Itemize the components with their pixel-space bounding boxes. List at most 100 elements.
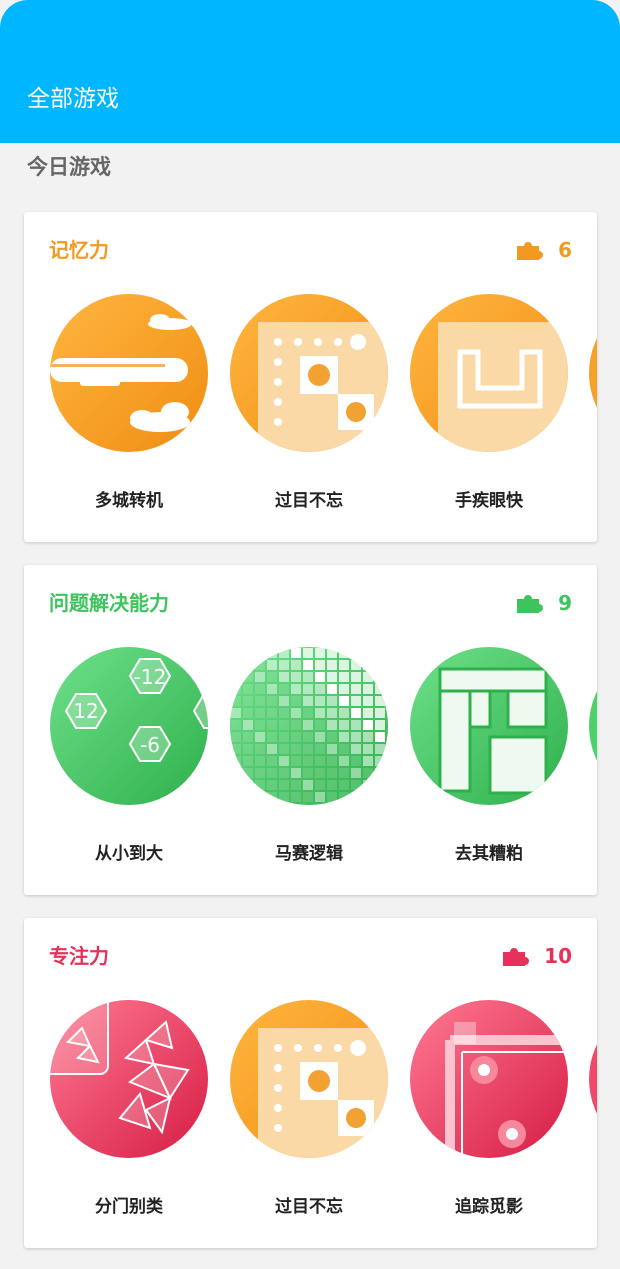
next-game-peek[interactable]: [589, 1000, 597, 1158]
mosaic-cell: [243, 696, 253, 706]
mosaic-cell: [339, 696, 349, 706]
game-thumbnail-grid: [230, 294, 388, 452]
category-card-focus[interactable]: 专注力 10 分门别类 过目不忘 追踪觅影: [24, 918, 597, 1248]
game-thumbnail-tangram: [50, 1000, 208, 1158]
hex-tile: -12: [134, 665, 167, 689]
game-item[interactable]: 过目不忘: [229, 1000, 389, 1217]
mosaic-cell: [339, 768, 349, 778]
mosaic-cell: [315, 720, 325, 730]
mosaic-cell: [363, 648, 373, 658]
game-name: 从小到大: [95, 844, 163, 864]
mosaic-cell: [375, 792, 385, 802]
mosaic-cell: [303, 744, 313, 754]
mosaic-cell: [303, 672, 313, 682]
game-count[interactable]: 10: [502, 942, 572, 970]
mosaic-cell: [375, 756, 385, 766]
mosaic-cell: [351, 780, 361, 790]
mosaic-cell: [291, 792, 301, 802]
mosaic-cell: [267, 648, 277, 658]
mosaic-cell: [243, 744, 253, 754]
mosaic-cell: [303, 720, 313, 730]
game-item[interactable]: 马赛逻辑: [229, 647, 389, 864]
mosaic-cell: [375, 672, 385, 682]
mosaic-cell: [279, 672, 289, 682]
mosaic-cell: [351, 768, 361, 778]
mosaic-cell: [231, 708, 241, 718]
game-item[interactable]: 分门别类: [49, 1000, 209, 1217]
game-item[interactable]: 追踪觅影: [409, 1000, 569, 1217]
mosaic-cell: [339, 708, 349, 718]
mosaic-cell: [243, 732, 253, 742]
mosaic-cell: [243, 708, 253, 718]
mosaic-cell: [231, 648, 241, 658]
mosaic-cell: [315, 708, 325, 718]
mosaic-cell: [327, 780, 337, 790]
mosaic-cell: [291, 672, 301, 682]
mosaic-cell: [243, 780, 253, 790]
mosaic-cell: [327, 648, 337, 658]
mosaic-cell: [255, 780, 265, 790]
mosaic-cell: [375, 732, 385, 742]
mosaic-cell: [351, 684, 361, 694]
mosaic-cell: [255, 708, 265, 718]
mosaic-cell: [267, 672, 277, 682]
game-count[interactable]: 9: [516, 589, 572, 617]
mosaic-cell: [375, 660, 385, 670]
mosaic-cell: [303, 780, 313, 790]
mosaic-cell: [279, 708, 289, 718]
game-thumbnail-mosaic: [230, 647, 388, 805]
category-card-problem-solving[interactable]: 问题解决能力 9 12 -12 -6 2 从小到大: [24, 565, 597, 895]
mosaic-cell: [231, 756, 241, 766]
app-bar: [0, 0, 620, 143]
mosaic-cell: [327, 756, 337, 766]
game-count[interactable]: 6: [516, 236, 572, 264]
page-title: 全部游戏: [27, 86, 119, 112]
mosaic-cell: [375, 768, 385, 778]
mosaic-cell: [267, 792, 277, 802]
mosaic-cell: [363, 756, 373, 766]
game-item[interactable]: 过目不忘: [229, 294, 389, 511]
game-item[interactable]: 去其糟粕: [409, 647, 569, 864]
next-game-peek[interactable]: [589, 294, 597, 452]
mosaic-cell: [327, 768, 337, 778]
mosaic-cell: [231, 732, 241, 742]
mosaic-cell: [291, 744, 301, 754]
mosaic-cell: [339, 648, 349, 658]
mosaic-cell: [267, 696, 277, 706]
mosaic-cell: [363, 708, 373, 718]
game-item[interactable]: 12 -12 -6 2 从小到大: [49, 647, 209, 864]
mosaic-cell: [267, 708, 277, 718]
game-thumbnail-airplane: [50, 294, 208, 452]
mosaic-cell: [339, 720, 349, 730]
mosaic-cell: [279, 684, 289, 694]
mosaic-cell: [315, 768, 325, 778]
game-name: 手疾眼快: [455, 491, 523, 511]
mosaic-cell: [255, 756, 265, 766]
mosaic-cell: [243, 720, 253, 730]
mosaic-cell: [363, 780, 373, 790]
puzzle-icon: [517, 595, 544, 613]
hex-tile: 12: [73, 699, 98, 723]
mosaic-cell: [363, 672, 373, 682]
game-thumbnail-tracking: [410, 1000, 568, 1158]
mosaic-cell: [255, 792, 265, 802]
mosaic-cell: [267, 768, 277, 778]
next-game-peek[interactable]: [589, 647, 597, 805]
mosaic-cell: [339, 732, 349, 742]
mosaic-cell: [351, 648, 361, 658]
category-card-memory[interactable]: 记忆力 6 多城转机 过目不忘 手疾眼快: [24, 212, 597, 542]
section-title: 今日游戏: [27, 155, 111, 179]
game-item[interactable]: 手疾眼快: [409, 294, 569, 511]
mosaic-cell: [375, 684, 385, 694]
mosaic-cell: [243, 672, 253, 682]
mosaic-cell: [255, 744, 265, 754]
game-item[interactable]: 多城转机: [49, 294, 209, 511]
mosaic-cell: [267, 744, 277, 754]
mosaic-cell: [363, 792, 373, 802]
mosaic-cell: [267, 780, 277, 790]
mosaic-cell: [339, 780, 349, 790]
mosaic-cell: [327, 708, 337, 718]
mosaic-cell: [231, 768, 241, 778]
mosaic-cell: [315, 792, 325, 802]
mosaic-cell: [363, 720, 373, 730]
